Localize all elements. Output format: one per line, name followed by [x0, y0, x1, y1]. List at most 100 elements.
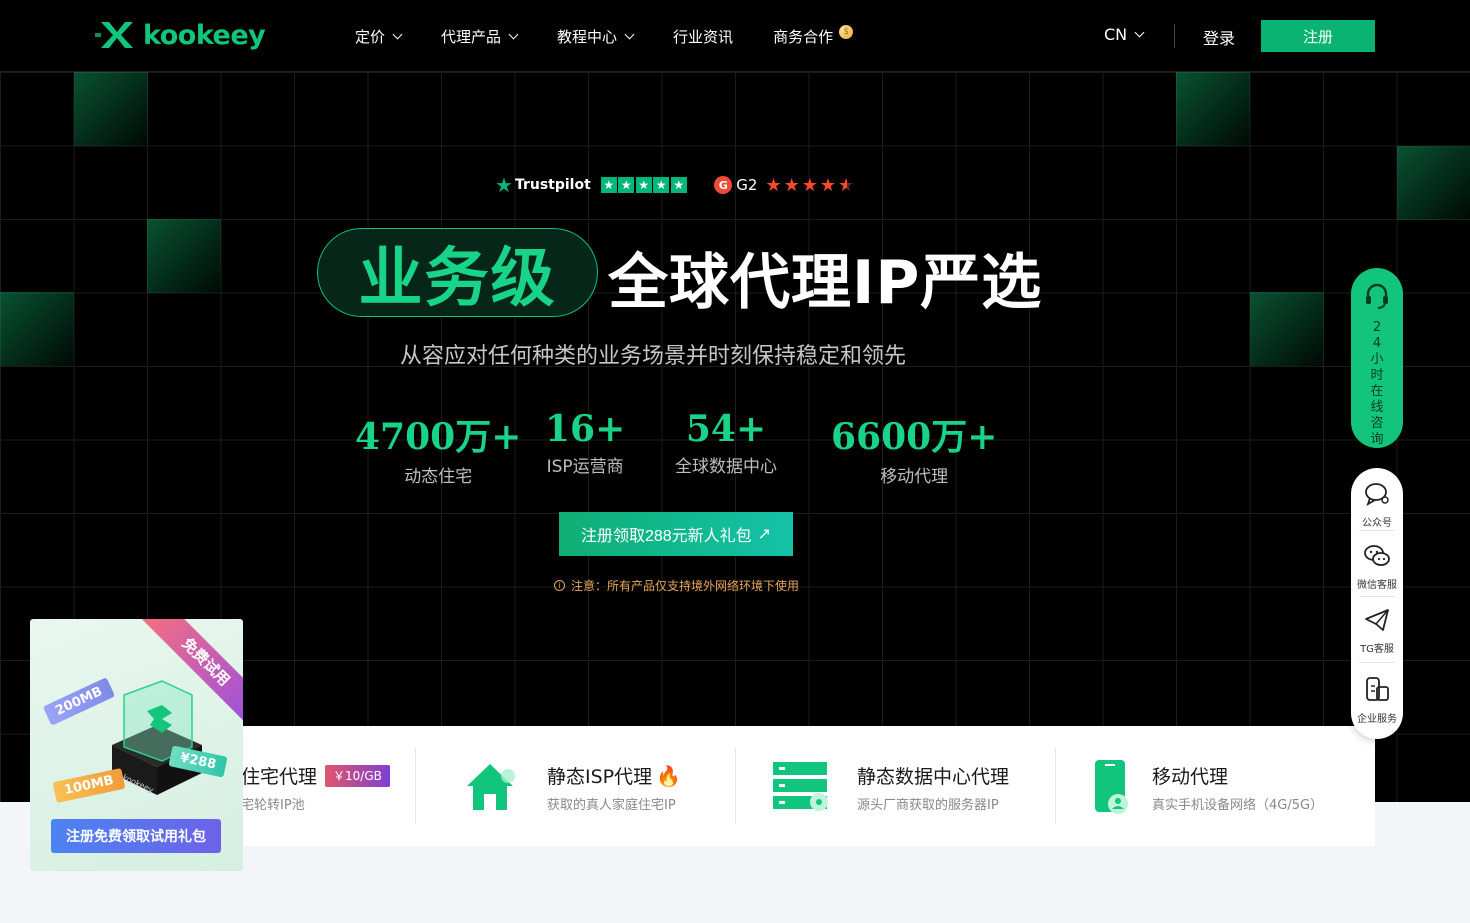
panel-divider — [1359, 530, 1395, 531]
g2-star-icon: ★ — [783, 174, 800, 196]
trustpilot-star-icon: ★ — [600, 177, 617, 193]
nav-business[interactable]: 商务合作 $ — [773, 25, 854, 47]
stat-label: 全球数据中心 — [675, 457, 777, 477]
network-notice: i 注意：所有产品仅支持境外网络环境下使用 — [554, 577, 799, 594]
float-item-label: TG客服 — [1360, 644, 1394, 655]
stat-value: 4700万+ — [355, 416, 522, 458]
g2-half-star-icon: ★ — [838, 174, 855, 196]
trustpilot-star-icon: ★ — [653, 177, 670, 193]
stat-residential: 4700万+ 动态住宅 — [355, 408, 521, 487]
arrow-up-right-icon: ↗ — [757, 526, 772, 543]
online-consult-button[interactable]: 24小时在线咨询 — [1351, 268, 1403, 448]
headset-icon — [1366, 283, 1388, 309]
nav-proxy-products[interactable]: 代理产品 — [441, 26, 519, 47]
g2-star-icon: ★ — [765, 174, 782, 196]
panel-divider — [1359, 596, 1395, 597]
stat-value: 54+ — [685, 408, 767, 450]
official-account-button[interactable]: 公众号 — [1351, 480, 1403, 529]
stat-label: 动态住宅 — [404, 467, 473, 487]
grid-glow-tile — [147, 219, 221, 293]
nav-label: 代理产品 — [441, 27, 502, 46]
register-gift-button[interactable]: 注册领取288元新人礼包 ↗ — [559, 512, 793, 556]
language-selector[interactable]: CN — [1104, 25, 1145, 44]
headline-pill: 业务级 — [317, 228, 598, 317]
kookeey-logo-icon — [95, 22, 133, 48]
trustpilot-name: Trustpilot — [514, 177, 591, 193]
product-desc: 宅轮转IP池 — [241, 798, 305, 813]
product-title: 静态ISP代理 — [547, 766, 653, 788]
trustpilot-star-icon: ★ — [670, 177, 687, 193]
product-card-static-isp[interactable]: 静态ISP代理 🔥 获取的真人家庭住宅IP — [415, 748, 735, 824]
subheadline: 从容应对任何种类的业务场景并时刻保持稳定和领先 — [400, 344, 907, 369]
building-icon — [1366, 677, 1389, 701]
info-icon: i — [554, 580, 565, 591]
server-icon — [773, 762, 828, 811]
login-link[interactable]: 登录 — [1203, 25, 1235, 49]
price-badge: ￥10/GB — [325, 764, 390, 787]
stat-value: 16+ — [545, 408, 626, 450]
nav-industry-news[interactable]: 行业资讯 — [673, 26, 733, 47]
nav-label: 教程中心 — [557, 27, 618, 46]
product-title: 移动代理 — [1152, 766, 1229, 788]
stat-isp: 16+ ISP运营商 — [545, 408, 625, 477]
product-desc: 获取的真人家庭住宅IP — [547, 798, 676, 813]
stat-label: 移动代理 — [880, 467, 949, 487]
float-item-label: 公众号 — [1362, 518, 1392, 529]
g2-name: G2 — [736, 176, 758, 194]
product-title: 住宅代理 — [241, 766, 318, 788]
wechat-icon — [1364, 545, 1390, 566]
trustpilot-star-icon: ★ — [618, 177, 635, 193]
nav-label: 商务合作 — [773, 27, 834, 46]
nav-tutorials[interactable]: 教程中心 — [557, 26, 635, 47]
house-icon — [467, 764, 515, 810]
product-title-row: 静态ISP代理 🔥 — [547, 762, 681, 789]
mobile-phone-icon — [1095, 760, 1128, 814]
cta-label: 注册领取288元新人礼包 — [580, 528, 752, 545]
trustpilot-star-icon: ★ — [635, 177, 652, 193]
stat-datacenter: 54+ 全球数据中心 — [675, 408, 777, 477]
logo[interactable]: kookeey — [95, 18, 266, 52]
chevron-down-icon — [1134, 27, 1145, 38]
chevron-down-icon — [624, 29, 635, 39]
claim-free-trial-button[interactable]: 注册免费领取试用礼包 — [51, 819, 221, 853]
product-desc: 源头厂商获取的服务器IP — [857, 798, 999, 813]
free-trial-promo[interactable]: 免费试用 200MB kookeey ¥288 100MB 注册免费领取试用礼包 — [30, 619, 243, 871]
product-title: 静态数据中心代理 — [857, 766, 1010, 788]
product-desc: 真实手机设备网络（4G/5G） — [1152, 798, 1324, 813]
product-title-row: 住宅代理 ￥10/GB — [241, 762, 390, 789]
float-item-label: 微信客服 — [1357, 580, 1397, 591]
g2-logo-icon: G — [714, 176, 733, 194]
chevron-down-icon — [392, 29, 403, 39]
trustpilot-star-icon: ★ — [495, 173, 513, 197]
telegram-icon — [1365, 609, 1389, 631]
contact-panel: 公众号 微信客服 TG客服 企业服务 — [1351, 468, 1403, 739]
headline: 全球代理IP严选 — [608, 248, 1043, 318]
logo-text: kookeey — [143, 19, 266, 51]
enterprise-service-button[interactable]: 企业服务 — [1351, 674, 1403, 725]
register-button[interactable]: 注册 — [1261, 20, 1375, 52]
stat-value: 6600万+ — [831, 416, 998, 458]
wechat-service-button[interactable]: 微信客服 — [1351, 542, 1403, 591]
g2-star-icon: ★ — [819, 174, 837, 196]
site-header: kookeey 定价 代理产品 教程中心 行业资讯 商务合作 $ CN 登录 注册 — [0, 0, 1470, 72]
product-cards: 住宅代理 ￥10/GB 宅轮转IP池 静态ISP代理 🔥 获取的真人家庭住宅IP — [95, 726, 1375, 846]
stat-mobile: 6600万+ 移动代理 — [831, 408, 997, 487]
coin-icon: $ — [839, 25, 854, 39]
ratings-bar: ★ Trustpilot ★ ★ ★ ★ ★ G G2 ★ ★ ★ ★ ★ — [495, 173, 856, 197]
main-nav: 定价 代理产品 教程中心 行业资讯 商务合作 $ — [355, 0, 893, 72]
float-item-label: 企业服务 — [1357, 714, 1397, 725]
chat-bubble-icon — [1365, 483, 1389, 506]
grid-glow-tile — [1397, 146, 1470, 220]
nav-label: 行业资讯 — [673, 27, 734, 46]
headline-pill-text: 业务级 — [358, 241, 557, 316]
grid-glow-tile — [1176, 72, 1250, 146]
grid-glow-tile — [0, 292, 74, 366]
nav-pricing[interactable]: 定价 — [355, 26, 403, 47]
product-card-mobile[interactable]: 移动代理 真实手机设备网络（4G/5G） — [1055, 748, 1375, 824]
stat-label: ISP运营商 — [546, 457, 624, 477]
telegram-service-button[interactable]: TG客服 — [1351, 606, 1403, 655]
product-card-datacenter[interactable]: 静态数据中心代理 源头厂商获取的服务器IP — [735, 748, 1055, 824]
consult-label: 24小时在线咨询 — [1370, 320, 1384, 447]
fire-icon: 🔥 — [656, 763, 682, 788]
grid-glow-tile — [1250, 292, 1324, 366]
